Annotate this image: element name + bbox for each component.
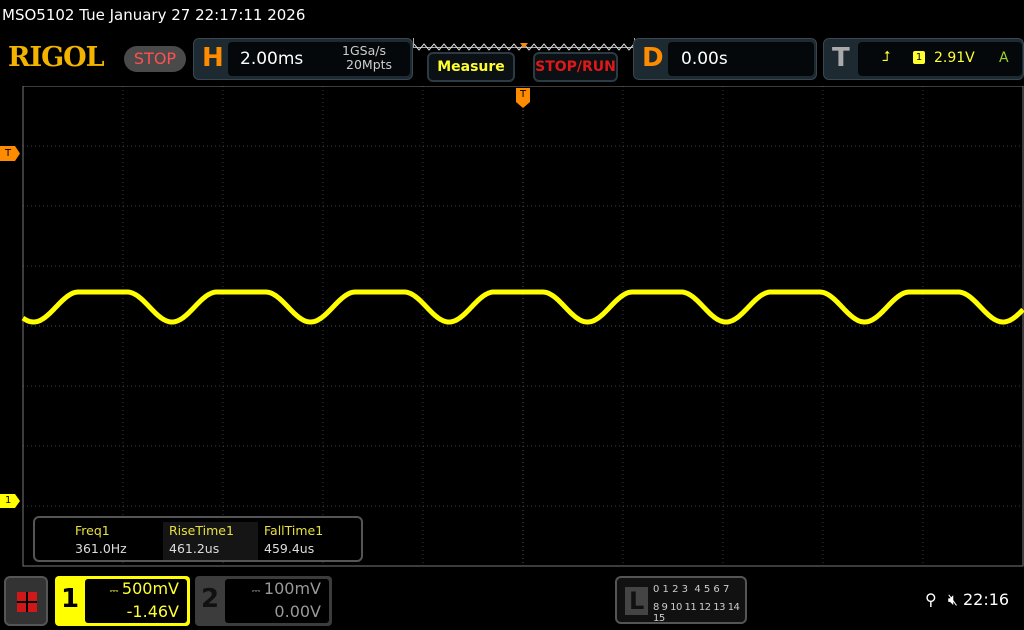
logic-row2: 8 9 10 11 12 13 14 15 [653, 602, 740, 624]
measurement-label: FallTime1 [264, 523, 324, 538]
channel1-button[interactable]: 1 ⎓ 500mV -1.46V [55, 576, 190, 626]
horizontal-panel[interactable]: H 2.00ms 1GSa/s 20Mpts [193, 38, 413, 80]
measurement-freq: Freq1 361.0Hz [69, 522, 164, 560]
sample-rate: 1GSa/s [342, 43, 386, 58]
measurement-fall: FallTime1 459.4us [258, 522, 353, 560]
rigol-logo: RIGOL [8, 42, 105, 73]
trigger-letter: T [832, 43, 850, 73]
logic-channels-panel[interactable]: L 0 1 2 3 4 5 6 7 8 9 10 11 12 13 14 15 [615, 576, 747, 624]
clock: 22:16 [963, 590, 1010, 609]
logic-row1: 0 1 2 3 4 5 6 7 [653, 584, 730, 595]
memory-depth: 20Mpts [346, 57, 393, 72]
delay-letter: D [642, 43, 664, 73]
measurement-panel: Freq1 361.0Hz RiseTime1 461.2us FallTime… [33, 516, 363, 562]
title-bar: MSO5102 Tue January 27 22:17:11 2026 [2, 6, 306, 24]
trigger-mode: A [999, 50, 1009, 66]
dc-coupling-icon: ⎓ [109, 584, 122, 597]
waveform-display[interactable] [0, 86, 1024, 576]
channel2-button[interactable]: 2 ⎓ 100mV 0.00V [195, 576, 332, 626]
channel-number: 2 [201, 584, 220, 614]
grid-menu-icon [17, 592, 37, 612]
main-menu-button[interactable] [4, 576, 48, 626]
status-area: ⚲ 🔇︎ 22:16 [925, 590, 1009, 610]
delay-value: 0.00s [681, 49, 728, 69]
measurement-label: Freq1 [75, 523, 110, 538]
measurement-rise: RiseTime1 461.2us [163, 522, 258, 560]
logic-letter: L [625, 587, 649, 615]
channel-scale: 500mV [121, 579, 179, 598]
channel-scale: 100mV [263, 579, 321, 598]
channel-offset: 0.00V [274, 602, 321, 621]
measurement-value: 361.0Hz [75, 541, 127, 556]
stop-run-button[interactable]: STOP/RUN [533, 52, 618, 82]
run-state-badge: STOP [124, 46, 186, 72]
trigger-level: 2.91V [934, 50, 975, 66]
dc-coupling-icon: ⎓ [251, 584, 264, 597]
rising-edge-icon: ⮥ [882, 49, 891, 65]
timebase: 2.00ms [240, 49, 304, 69]
usb-icon: ⚲ [925, 590, 937, 609]
horizontal-letter: H [202, 43, 224, 73]
measurement-value: 459.4us [264, 541, 315, 556]
measurement-value: 461.2us [169, 541, 220, 556]
measurement-label: RiseTime1 [169, 523, 234, 538]
memory-strip [413, 38, 635, 51]
trigger-source: 1 [913, 51, 925, 64]
measure-button[interactable]: Measure [427, 52, 515, 82]
delay-panel[interactable]: D 0.00s [633, 38, 817, 80]
channel-number: 1 [61, 584, 80, 614]
trigger-panel[interactable]: T ⮥ 1 2.91V A [823, 38, 1024, 80]
channel-offset: -1.46V [126, 602, 179, 621]
speaker-muted-icon[interactable]: 🔇︎ [948, 590, 958, 609]
